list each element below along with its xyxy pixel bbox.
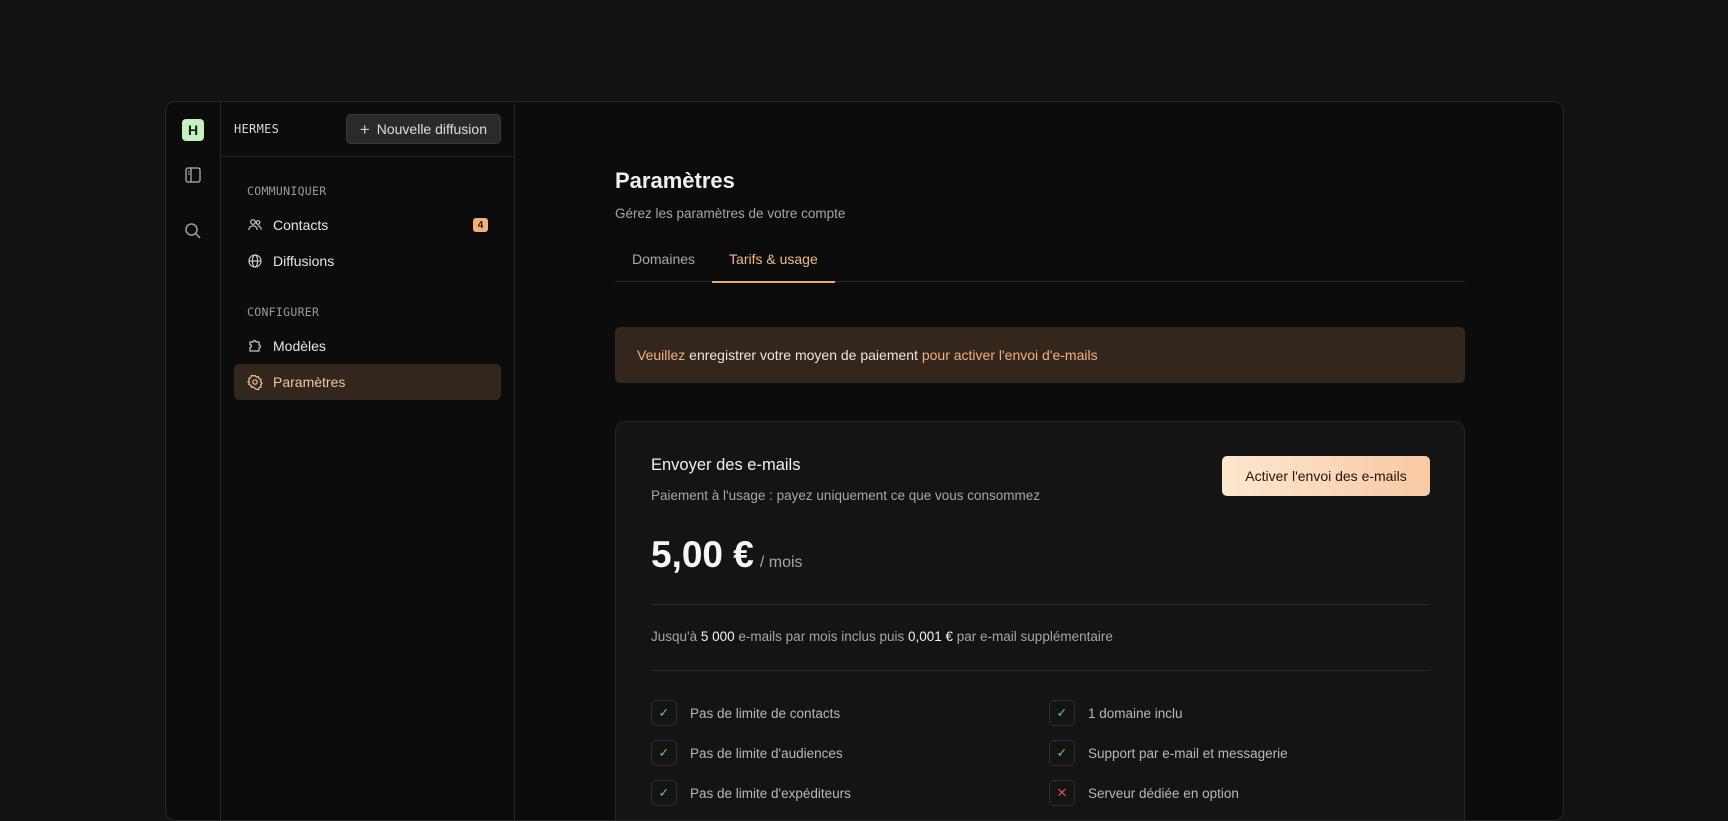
section-label-communiquer: COMMUNIQUER <box>247 184 327 198</box>
feature-label: Pas de limite d'expéditeurs <box>690 785 851 801</box>
gear-icon <box>247 374 263 390</box>
app-logo[interactable]: H <box>182 119 204 141</box>
contacts-count-badge: 4 <box>473 218 488 232</box>
feature-item: ✓ Pas de limite d'audiences <box>651 740 843 766</box>
plus-icon: + <box>359 119 370 139</box>
toggle-sidebar-button[interactable] <box>179 161 207 189</box>
sidebar-item-label: Diffusions <box>273 253 335 269</box>
feature-label: Serveur dédiée en option <box>1088 785 1239 801</box>
sidebar-item-label: Modèles <box>273 338 326 354</box>
check-icon: ✓ <box>651 740 677 766</box>
pricing-card: Envoyer des e-mails Paiement à l'usage :… <box>615 421 1465 820</box>
feature-label: 1 domaine inclu <box>1088 705 1183 721</box>
card-subtitle: Paiement à l'usage : payez uniquement ce… <box>651 488 1041 503</box>
tab-domaines[interactable]: Domaines <box>615 242 712 282</box>
new-broadcast-button[interactable]: + Nouvelle diffusion <box>345 114 501 144</box>
feature-label: Support par e-mail et messagerie <box>1088 745 1288 761</box>
divider <box>651 670 1430 671</box>
app-window: H HERMES + Nouvelle diffusion COMMUNIQUE… <box>165 101 1564 821</box>
icon-rail: H <box>166 102 221 820</box>
cross-icon: ✕ <box>1049 780 1075 806</box>
usage-description: Jusqu'à 5 000 e-mails par mois inclus pu… <box>651 629 1113 644</box>
workspace-name: HERMES <box>234 122 280 136</box>
users-icon <box>248 219 262 231</box>
feature-label: Pas de limite de contacts <box>690 705 841 721</box>
globe-icon <box>248 254 262 268</box>
sidebar-item-label: Contacts <box>273 217 329 233</box>
extra-email-price: 0,001 € <box>907 629 954 644</box>
feature-item: ✕ Serveur dédiée en option <box>1049 780 1239 806</box>
divider <box>651 604 1430 605</box>
included-emails: 5 000 <box>700 629 735 644</box>
new-broadcast-label: Nouvelle diffusion <box>376 121 487 137</box>
usage-text: e-mails par mois inclus puis <box>734 629 908 644</box>
sidebar-header: HERMES + Nouvelle diffusion <box>221 102 514 157</box>
puzzle-icon <box>249 339 262 352</box>
feature-label: Pas de limite d'audiences <box>690 745 843 761</box>
search-button[interactable] <box>179 217 207 245</box>
card-title: Envoyer des e-mails <box>651 456 801 474</box>
check-icon: ✓ <box>651 780 677 806</box>
check-icon: ✓ <box>651 700 677 726</box>
banner-text-1: Veuillez <box>637 347 686 363</box>
section-label-configurer: CONFIGURER <box>247 305 320 319</box>
settings-tabs: Domaines Tarifs & usage <box>615 242 1465 283</box>
sidebar-item-diffusions[interactable]: Diffusions <box>234 243 501 279</box>
tab-tarifs-usage[interactable]: Tarifs & usage <box>712 242 835 283</box>
sidebar-item-contacts[interactable]: Contacts 4 <box>234 207 501 243</box>
check-icon: ✓ <box>1049 700 1075 726</box>
sidebar-item-modeles[interactable]: Modèles <box>234 328 501 364</box>
sidebar-item-label: Paramètres <box>273 374 346 390</box>
payment-warning-banner: Veuillez enregistrer votre moyen de paie… <box>615 327 1465 383</box>
page-subtitle: Gérez les paramètres de votre compte <box>615 206 846 221</box>
price-amount: 5,00 € <box>651 534 754 575</box>
feature-item: ✓ Pas de limite de contacts <box>651 700 840 726</box>
page-title: Paramètres <box>615 168 735 193</box>
main-content: Paramètres Gérez les paramètres de votre… <box>515 102 1563 820</box>
feature-item: ✓ 1 domaine inclu <box>1049 700 1183 726</box>
price: 5,00 € / mois <box>651 534 803 576</box>
banner-text-2: enregistrer votre moyen de paiement <box>685 347 922 363</box>
check-icon: ✓ <box>1049 740 1075 766</box>
price-unit: / mois <box>759 554 803 571</box>
search-icon <box>185 223 201 239</box>
usage-text: par e-mail supplémentaire <box>953 629 1113 644</box>
sidebar: HERMES + Nouvelle diffusion COMMUNIQUER … <box>221 102 515 820</box>
usage-text: Jusqu'à <box>651 629 701 644</box>
banner-text-3: pour activer l'envoi d'e-mails <box>921 347 1098 363</box>
feature-item: ✓ Pas de limite d'expéditeurs <box>651 780 851 806</box>
feature-item: ✓ Support par e-mail et messagerie <box>1049 740 1288 766</box>
activate-sending-button[interactable]: Activer l'envoi des e-mails <box>1222 456 1430 496</box>
sidebar-item-parametres[interactable]: Paramètres <box>234 364 501 400</box>
sidebar-panel-icon <box>185 167 201 183</box>
